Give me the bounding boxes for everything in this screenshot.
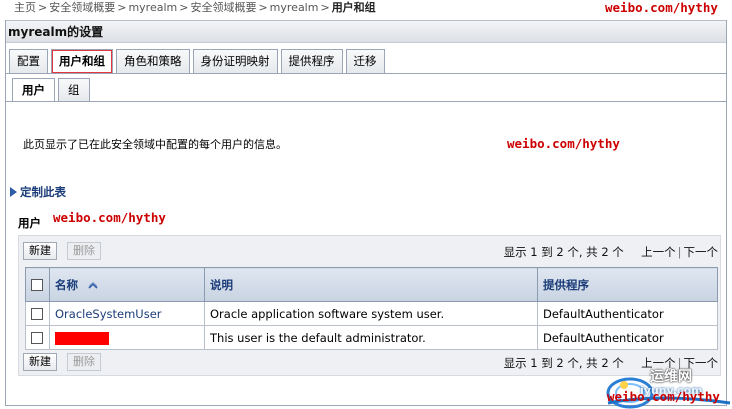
expand-triangle-icon [10, 187, 17, 197]
users-table-container: 新建 删除 显示 1 到 2 个, 共 2 个 上一个|下一个 名称 说明 [18, 235, 721, 376]
main-tabs: 配置 用户和组 角色和策略 身份证明映射 提供程序 迁移 [9, 49, 385, 74]
column-header-name[interactable]: 名称 [49, 267, 205, 302]
redacted-username[interactable] [55, 331, 109, 345]
row-select-cell [25, 325, 50, 350]
pager-next-top[interactable]: 下一个 [684, 245, 719, 259]
table-row: This user is the default administrator. … [25, 325, 718, 350]
breadcrumb-home[interactable]: 主页 [14, 1, 36, 14]
watermark-top: weibo.com/hythy [605, 0, 718, 15]
sub-tabs: 用户 组 [12, 78, 90, 102]
column-header-description: 说明 [204, 267, 538, 302]
users-table: 名称 说明 提供程序 OracleSystemUser Oracle appli… [25, 267, 718, 350]
watermark-caption: weibo.com/hythy [53, 210, 166, 225]
subtab-users[interactable]: 用户 [12, 78, 55, 102]
panel-title: myrealm的设置 [6, 20, 726, 43]
tab-credential-mappings[interactable]: 身份证明映射 [192, 49, 278, 74]
column-name-label: 名称 [55, 277, 78, 292]
user-name-cell: OracleSystemUser [49, 301, 205, 326]
user-description-cell: Oracle application software system user. [204, 301, 538, 326]
user-name-link[interactable]: OracleSystemUser [55, 307, 162, 321]
breadcrumb-current: 用户和组 [331, 1, 376, 14]
pager-summary-top: 显示 1 到 2 个, 共 2 个 [503, 245, 624, 259]
user-provider-cell: DefaultAuthenticator [537, 301, 718, 326]
new-button-bottom[interactable]: 新建 [23, 353, 57, 371]
users-table-caption: 用户 [18, 216, 41, 230]
user-provider-cell: DefaultAuthenticator [537, 325, 718, 350]
page-description: 此页显示了已在此安全领域中配置的每个用户的信息。 [23, 138, 287, 151]
watermark-bottom: weibo.com/hythy [607, 389, 720, 404]
tab-roles-and-policies[interactable]: 角色和策略 [116, 49, 190, 74]
tab-migration[interactable]: 迁移 [345, 49, 385, 74]
customize-table-link[interactable]: 定制此表 [10, 184, 66, 200]
new-button-top[interactable]: 新建 [23, 242, 57, 260]
table-header-row: 名称 说明 提供程序 [25, 267, 718, 302]
breadcrumb-myrealm-2[interactable]: myrealm [270, 1, 319, 14]
user-description-cell: This user is the default administrator. [204, 325, 538, 350]
breadcrumb-security-realms[interactable]: 安全领域概要 [49, 1, 115, 14]
column-header-provider: 提供程序 [537, 267, 718, 302]
breadcrumb: 主页 > 安全领域概要 > myrealm > 安全领域概要 > myrealm > 用户和组 [14, 1, 376, 14]
settings-panel: myrealm的设置 配置 用户和组 角色和策略 身份证明映射 提供程序 迁移 … [5, 20, 727, 406]
delete-button-bottom[interactable]: 删除 [67, 353, 101, 371]
select-all-cell [25, 267, 50, 302]
tab-users-and-groups[interactable]: 用户和组 [51, 49, 113, 74]
breadcrumb-security-realms-2[interactable]: 安全领域概要 [190, 1, 256, 14]
tab-providers[interactable]: 提供程序 [280, 49, 343, 74]
breadcrumb-myrealm[interactable]: myrealm [128, 1, 177, 14]
tab-configuration[interactable]: 配置 [9, 49, 48, 74]
customize-table-label: 定制此表 [20, 185, 66, 199]
pager-top: 显示 1 到 2 个, 共 2 个 上一个 | 下一个 [503, 245, 719, 259]
table-row: OracleSystemUser Oracle application soft… [25, 301, 718, 326]
logo-text: 运维网 [650, 369, 692, 385]
row-checkbox[interactable] [31, 332, 43, 344]
pager-prev-top[interactable]: 上一个 [641, 245, 676, 259]
row-checkbox[interactable] [31, 308, 43, 320]
sort-ascending-icon[interactable] [88, 281, 98, 289]
tabs-divider [6, 73, 726, 74]
subtabs-divider [6, 101, 726, 102]
watermark-middle: weibo.com/hythy [507, 136, 620, 151]
subtab-groups[interactable]: 组 [58, 78, 90, 102]
delete-button-top[interactable]: 删除 [67, 242, 101, 260]
row-select-cell [25, 301, 50, 326]
select-all-checkbox[interactable] [31, 279, 43, 291]
user-name-cell [49, 325, 205, 350]
